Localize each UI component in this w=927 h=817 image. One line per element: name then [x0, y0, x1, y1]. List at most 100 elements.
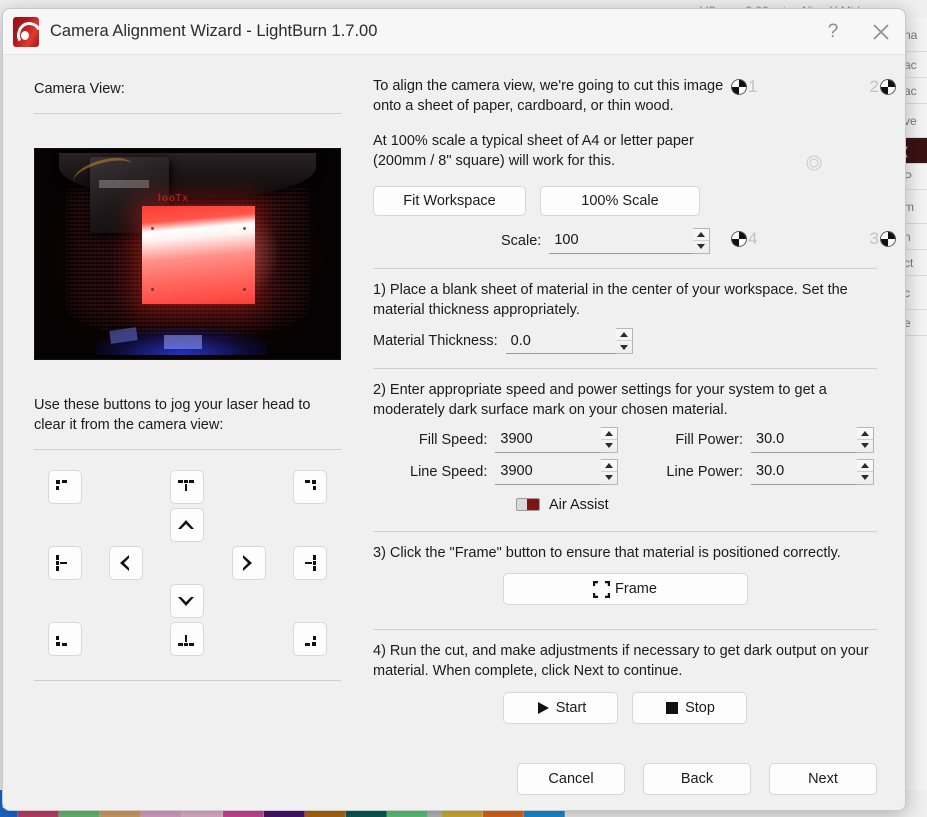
- material-thickness-input[interactable]: [505, 328, 616, 355]
- cancel-button[interactable]: Cancel: [517, 763, 625, 795]
- edge-right-icon: [300, 554, 318, 572]
- line-power-spin-up[interactable]: [857, 460, 873, 472]
- fill-speed-spin-up[interactable]: [601, 428, 618, 440]
- fill-speed-stepper[interactable]: [495, 426, 621, 453]
- fill-power-stepper[interactable]: [751, 426, 877, 453]
- hundred-percent-scale-button[interactable]: 100% Scale: [540, 185, 700, 216]
- play-icon: [535, 700, 551, 716]
- start-button[interactable]: Start: [503, 691, 618, 724]
- next-button[interactable]: Next: [769, 763, 877, 795]
- jog-down-button[interactable]: [170, 584, 205, 619]
- jog-up-button[interactable]: [170, 508, 205, 543]
- frame-button-label: Frame: [615, 581, 657, 598]
- material-thickness-stepper[interactable]: [505, 328, 633, 355]
- step3-divider: [373, 530, 877, 532]
- intro-text: To align the camera view, we're going to…: [373, 78, 724, 114]
- jog-right-center-button[interactable]: [293, 546, 328, 581]
- jog-left-center-button[interactable]: [47, 546, 82, 581]
- jog-bottom-right-corner-button[interactable]: [293, 622, 328, 657]
- step2-divider: [373, 368, 877, 370]
- alignment-target-preview: 1 2 3 4: [731, 77, 896, 249]
- scale-note-text: At 100% scale a typical sheet of A4 or l…: [373, 133, 694, 170]
- fill-power-input[interactable]: [751, 426, 857, 453]
- back-button[interactable]: Back: [643, 763, 751, 795]
- line-power-spin-down[interactable]: [857, 472, 873, 484]
- run-button-row: Start Stop: [373, 691, 877, 724]
- fill-power-label: Fill Power:: [675, 431, 743, 448]
- stop-icon: [664, 700, 680, 716]
- jog-top-center-button[interactable]: [170, 470, 205, 505]
- step4-text: 4) Run the cut, and make adjustments if …: [373, 643, 869, 680]
- air-assist-label: Air Assist: [549, 496, 609, 513]
- close-icon[interactable]: [857, 9, 905, 55]
- stop-button[interactable]: Stop: [632, 691, 747, 724]
- left-pane: Camera View: xTool Use these buttons to …: [3, 55, 363, 748]
- jog-bottom-center-button[interactable]: [170, 622, 205, 657]
- scale-stepper[interactable]: [549, 227, 711, 254]
- scale-spin-down[interactable]: [693, 241, 709, 253]
- material-thickness-spin-up[interactable]: [615, 329, 632, 342]
- jog-right-button[interactable]: [231, 546, 266, 581]
- line-power-stepper[interactable]: [751, 458, 877, 485]
- fill-power-spin-up[interactable]: [857, 428, 873, 440]
- camera-feed-image: xTool: [34, 148, 341, 360]
- fill-speed-spin-arrows[interactable]: [601, 426, 619, 453]
- dialog-body: Camera View: xTool Use these buttons to …: [3, 55, 905, 748]
- jog-help-text: Use these buttons to jog your laser head…: [34, 397, 311, 433]
- start-button-label: Start: [555, 699, 587, 716]
- camera-view-divider: [34, 113, 341, 114]
- alignment-target-1: 1: [731, 77, 757, 97]
- fill-speed-input[interactable]: [495, 426, 602, 453]
- dialog-titlebar: Camera Alignment Wizard - LightBurn 1.7.…: [3, 9, 905, 55]
- fit-workspace-button[interactable]: Fit Workspace: [373, 185, 526, 216]
- line-speed-spin-down[interactable]: [601, 472, 617, 484]
- scale-label: Scale:: [501, 232, 542, 249]
- jog-left-button[interactable]: [109, 546, 144, 581]
- alignment-target-2: 2: [870, 77, 896, 97]
- center-registration-mark-icon: [806, 155, 821, 171]
- corner-top-left-icon: [54, 478, 72, 496]
- fill-power-spin-arrows[interactable]: [857, 426, 874, 453]
- step1-divider: [373, 267, 877, 269]
- line-speed-spin-up[interactable]: [601, 460, 618, 472]
- help-icon[interactable]: ?: [809, 9, 857, 55]
- edge-left-icon: [54, 554, 72, 572]
- step1-text: 1) Place a blank sheet of material in th…: [373, 281, 848, 318]
- scale-input[interactable]: [549, 227, 694, 254]
- jog-top-left-corner-button[interactable]: [47, 470, 82, 505]
- line-speed-input[interactable]: [495, 458, 602, 485]
- edge-bottom-icon: [177, 630, 195, 648]
- camera-view-label: Camera View:: [34, 81, 125, 97]
- line-speed-spin-arrows[interactable]: [601, 458, 619, 485]
- corner-bottom-left-icon: [54, 630, 72, 648]
- scale-spin-arrows[interactable]: [693, 227, 711, 254]
- line-power-spin-arrows[interactable]: [857, 458, 874, 485]
- line-power-input[interactable]: [751, 458, 857, 485]
- line-power-label: Line Power:: [666, 463, 743, 480]
- stop-button-label: Stop: [685, 699, 715, 716]
- material-thickness-spin-arrows[interactable]: [615, 328, 633, 355]
- line-speed-stepper[interactable]: [495, 458, 621, 485]
- jog-button-grid: [34, 468, 341, 658]
- fill-speed-spin-down[interactable]: [601, 440, 617, 452]
- registration-mark-icon: [731, 79, 747, 95]
- jog-bottom-left-corner-button[interactable]: [47, 622, 82, 657]
- frame-icon: [593, 580, 611, 598]
- air-assist-row[interactable]: Air Assist: [516, 497, 877, 513]
- scale-spin-up[interactable]: [693, 229, 710, 241]
- jog-top-right-corner-button[interactable]: [293, 470, 328, 505]
- speed-power-grid: Fill Speed: Fill Power: Line: [373, 426, 877, 485]
- dialog-footer: Cancel Back Next: [3, 748, 905, 810]
- material-thickness-label: Material Thickness:: [373, 333, 498, 350]
- frame-button[interactable]: Frame: [502, 573, 748, 606]
- corner-bottom-right-icon: [300, 630, 318, 648]
- fill-power-spin-down[interactable]: [857, 440, 873, 452]
- alignment-target-2-label: 2: [869, 77, 879, 96]
- chevron-right-icon: [236, 552, 258, 574]
- alignment-target-1-label: 1: [748, 77, 758, 96]
- chevron-up-icon: [175, 514, 197, 536]
- fill-speed-label: Fill Speed:: [418, 431, 488, 448]
- air-assist-toggle[interactable]: [516, 498, 540, 512]
- material-thickness-spin-down[interactable]: [616, 341, 632, 353]
- right-pane: 1 2 3 4 To align the camera view, we're …: [363, 55, 905, 748]
